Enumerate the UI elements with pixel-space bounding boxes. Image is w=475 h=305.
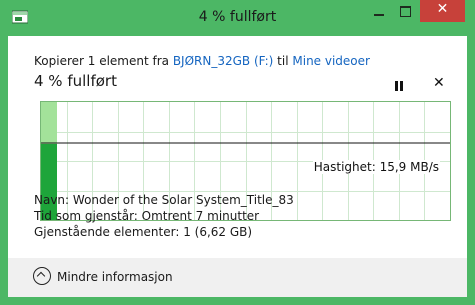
dialog-content: Kopierer 1 element fra BJØRN_32GB (F:) t… <box>8 36 467 258</box>
copy-dialog-window: 4 % fullført ✕ Kopierer 1 element fra BJ… <box>0 0 475 305</box>
time-remaining-label: Tid som gjenstår: <box>34 209 142 223</box>
chevron-up-icon[interactable] <box>33 267 51 285</box>
close-icon: ✕ <box>436 1 449 17</box>
maximize-button[interactable] <box>392 0 418 22</box>
source-link[interactable]: BJØRN_32GB (F:) <box>173 54 274 68</box>
file-name-label: Navn: <box>34 193 73 207</box>
time-remaining-row: Tid som gjenstår: Omtrent 7 minutter <box>34 209 259 223</box>
cancel-copy-button[interactable]: ✕ <box>433 75 445 91</box>
dialog-footer: Mindre informasjon <box>8 258 467 297</box>
copy-prefix: Kopierer 1 element fra <box>34 54 173 68</box>
speed-label: Hastighet: 15,9 MB/s <box>312 160 440 174</box>
title-bar[interactable]: 4 % fullført ✕ <box>0 0 475 36</box>
items-remaining-label: Gjenstående elementer: <box>34 225 184 239</box>
time-remaining-value: Omtrent 7 minutter <box>141 209 260 223</box>
close-window-button[interactable]: ✕ <box>420 0 465 22</box>
minimize-button[interactable] <box>366 0 392 22</box>
pause-icon-bar <box>400 81 403 91</box>
pause-icon-bar <box>395 81 398 91</box>
file-name-row: Navn: Wonder of the Solar System_Title_8… <box>34 193 294 207</box>
pause-button[interactable] <box>394 81 404 91</box>
copy-middle: til <box>273 54 293 68</box>
destination-link[interactable]: Mine videoer <box>292 54 370 68</box>
progress-fill-light <box>41 102 57 144</box>
copy-description: Kopierer 1 element fra BJØRN_32GB (F:) t… <box>34 54 370 68</box>
progress-percent-label: 4 % fullført <box>34 72 117 90</box>
items-remaining-row: Gjenstående elementer: 1 (6,62 GB) <box>34 225 252 239</box>
items-remaining-value: 1 (6,62 GB) <box>183 225 253 239</box>
file-name-value: Wonder of the Solar System_Title_83 <box>72 193 294 207</box>
less-information-link[interactable]: Mindre informasjon <box>57 270 173 284</box>
